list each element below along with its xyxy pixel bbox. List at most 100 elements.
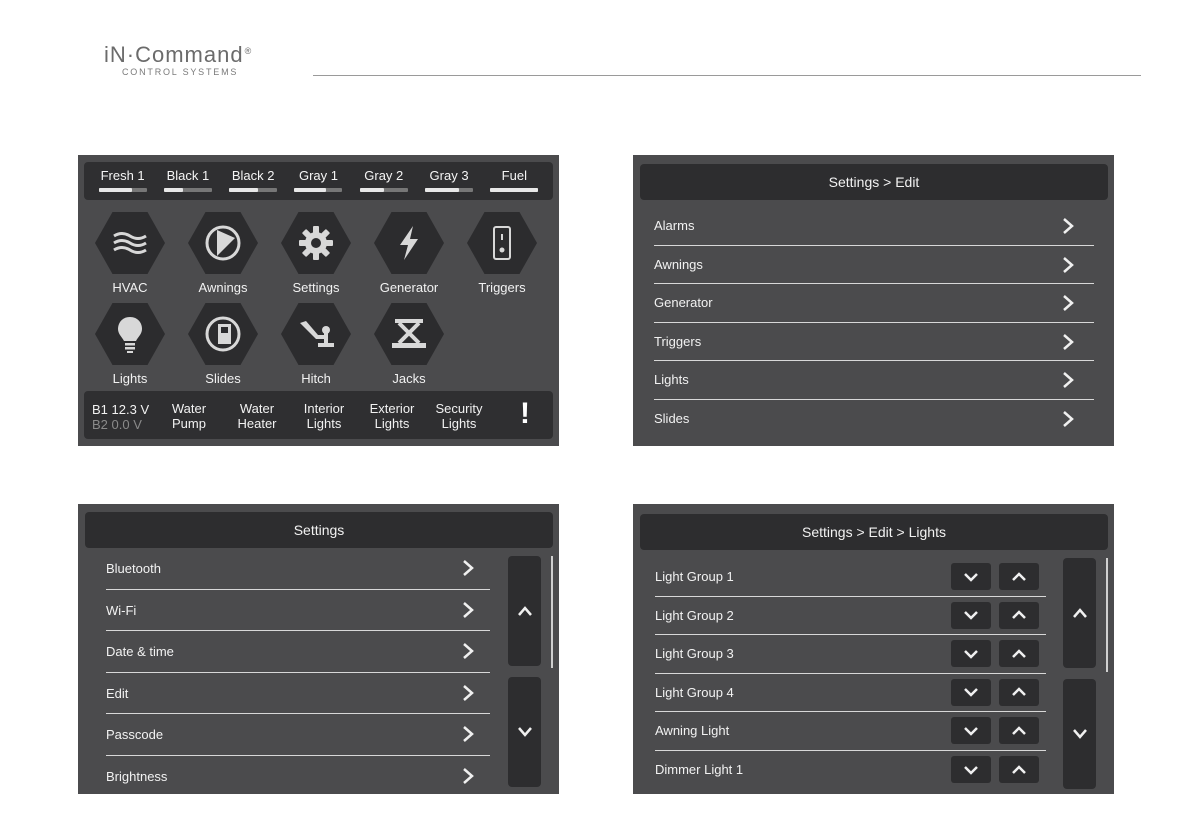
move-up-button[interactable] — [999, 756, 1039, 783]
scrollbar[interactable] — [551, 556, 553, 668]
list-item-bluetooth[interactable]: Bluetooth — [106, 548, 490, 590]
list-item-slides[interactable]: Slides — [654, 400, 1094, 439]
tank-black-1[interactable]: Black 1 — [162, 162, 214, 192]
interior-lights-button[interactable]: Interior Lights — [292, 401, 356, 431]
tank-fresh-1[interactable]: Fresh 1 — [97, 162, 149, 192]
chevron-up-icon — [1072, 608, 1087, 618]
chevron-up-icon — [1012, 648, 1026, 658]
move-up-button[interactable] — [999, 563, 1039, 590]
chevron-right-icon — [1063, 295, 1074, 312]
tank-label: Black 2 — [231, 168, 275, 183]
move-down-button[interactable] — [951, 717, 991, 745]
screen-title: Settings > Edit — [640, 164, 1108, 200]
list-item-label: Light Group 3 — [655, 646, 734, 662]
chevron-down-icon — [964, 611, 978, 620]
list-item-label: Awnings — [654, 256, 703, 272]
settings-tile[interactable]: Settings — [276, 212, 356, 295]
chevron-down-icon — [517, 727, 532, 737]
chevron-right-icon — [1063, 256, 1074, 273]
list-item-triggers[interactable]: Triggers — [654, 323, 1094, 362]
chevron-up-icon — [1012, 687, 1026, 697]
lights-tile[interactable]: Lights — [90, 303, 170, 386]
list-item-label: Light Group 2 — [655, 607, 734, 623]
list-item-edit[interactable]: Edit — [106, 673, 490, 715]
generator-tile[interactable]: Generator — [369, 212, 449, 295]
chevron-up-icon — [1012, 571, 1026, 581]
chevron-down-icon — [964, 688, 978, 698]
scroll-up-button[interactable] — [508, 556, 541, 666]
tank-fuel[interactable]: Fuel — [488, 162, 540, 192]
jack-icon — [392, 319, 426, 348]
chevron-down-icon — [964, 572, 978, 582]
slide-icon — [205, 316, 241, 352]
list-item-label: Triggers — [654, 333, 702, 349]
list-item-wifi[interactable]: Wi-Fi — [106, 590, 490, 632]
hitch-tile[interactable]: Hitch — [276, 303, 356, 386]
tank-levels-bar: Fresh 1 Black 1 Black 2 Gray 1 Gray 2 Gr… — [84, 162, 553, 200]
list-item-dimmer-light-1: Dimmer Light 1 — [655, 751, 1046, 790]
move-down-button[interactable] — [951, 640, 991, 668]
move-down-button[interactable] — [951, 678, 991, 706]
settings-edit-lights-screen: Settings > Edit > Lights Light Group 1 L… — [633, 504, 1114, 794]
move-down-button[interactable] — [951, 601, 991, 629]
chevron-up-icon — [1012, 610, 1026, 619]
scroll-up-button[interactable] — [1063, 558, 1096, 668]
slides-tile[interactable]: Slides — [183, 303, 263, 386]
scrollbar[interactable] — [1106, 558, 1108, 672]
awnings-tile[interactable]: Awnings — [183, 212, 263, 295]
move-down-button[interactable] — [951, 563, 991, 590]
chevron-right-icon — [1063, 411, 1074, 427]
scroll-down-button[interactable] — [1063, 679, 1096, 789]
list-item-label: Bluetooth — [106, 561, 161, 576]
tank-black-2[interactable]: Black 2 — [227, 162, 279, 192]
list-item-date-time[interactable]: Date & time — [106, 631, 490, 673]
hitch-icon — [300, 321, 334, 347]
move-up-button[interactable] — [999, 678, 1039, 706]
water-pump-button[interactable]: Water Pump — [157, 401, 221, 431]
exterior-lights-button[interactable]: Exterior Lights — [360, 401, 424, 431]
chevron-down-icon — [964, 765, 978, 775]
screen-title: Settings — [85, 512, 553, 548]
brand-tagline: CONTROL SYSTEMS — [122, 67, 239, 77]
list-item-alarms[interactable]: Alarms — [654, 207, 1094, 246]
list-item-awnings[interactable]: Awnings — [654, 246, 1094, 285]
scroll-down-button[interactable] — [508, 677, 541, 787]
list-item-lights[interactable]: Lights — [654, 361, 1094, 400]
alert-icon[interactable]: ! — [520, 397, 530, 431]
gear-icon — [299, 226, 333, 260]
tile-label: Triggers — [478, 280, 526, 295]
settings-edit-screen: Settings > Edit Alarms Awnings Generator… — [633, 155, 1114, 446]
switch-icon — [493, 226, 511, 260]
triggers-tile[interactable]: Triggers — [462, 212, 542, 295]
water-heater-button[interactable]: Water Heater — [225, 401, 289, 431]
bulb-icon — [118, 317, 142, 353]
awning-icon — [205, 225, 241, 261]
list-item-generator[interactable]: Generator — [654, 284, 1094, 323]
tank-level-fill — [490, 188, 539, 192]
move-up-button[interactable] — [999, 640, 1039, 668]
hvac-icon — [113, 232, 147, 254]
tank-label: Fresh 1 — [100, 168, 145, 183]
chevron-down-icon — [964, 727, 978, 736]
tank-label: Gray 1 — [298, 168, 338, 183]
tank-gray-2[interactable]: Gray 2 — [358, 162, 410, 192]
list-item-awning-light: Awning Light — [655, 712, 1046, 751]
list-item-passcode[interactable]: Passcode — [106, 714, 490, 756]
list-item-label: Date & time — [106, 644, 174, 660]
home-screen: Fresh 1 Black 1 Black 2 Gray 1 Gray 2 Gr… — [78, 155, 559, 446]
chevron-right-icon — [463, 560, 474, 576]
security-lights-button[interactable]: Security Lights — [427, 401, 491, 431]
move-down-button[interactable] — [951, 756, 991, 783]
jacks-tile[interactable]: Jacks — [369, 303, 449, 386]
chevron-down-icon — [1072, 729, 1087, 739]
battery-2-value: 0.0 V — [111, 417, 142, 432]
registered-mark: ® — [244, 45, 253, 56]
hvac-tile[interactable]: HVAC — [90, 212, 170, 295]
brand-name: iN·Command — [104, 42, 244, 67]
move-up-button[interactable] — [999, 601, 1039, 629]
tile-label: Settings — [292, 280, 340, 295]
tank-gray-1[interactable]: Gray 1 — [292, 162, 344, 192]
tank-gray-3[interactable]: Gray 3 — [423, 162, 475, 192]
move-up-button[interactable] — [999, 717, 1039, 745]
list-item-brightness[interactable]: Brightness — [106, 756, 490, 794]
